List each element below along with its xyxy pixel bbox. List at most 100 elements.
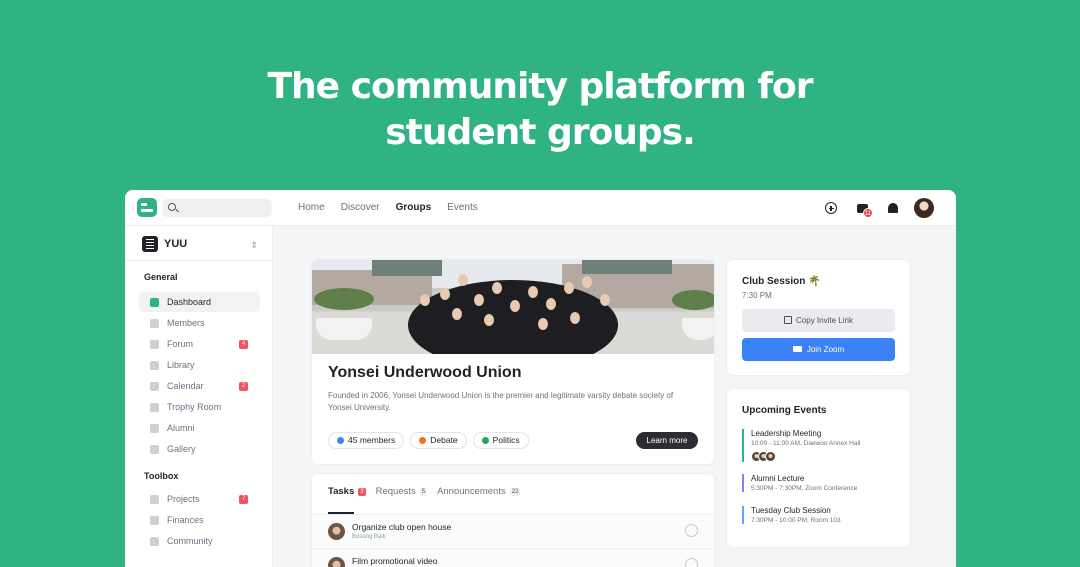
org-name: YUU	[164, 238, 188, 250]
sidebar-item-members[interactable]: Members	[139, 313, 260, 333]
user-avatar[interactable]	[914, 198, 934, 218]
session-time: 7:30 PM	[742, 291, 772, 300]
sidebar: YUU ⇕ General Dashboard Members Forum 4 L…	[125, 226, 273, 567]
headline-line-2: student groups.	[385, 112, 696, 153]
building-icon	[142, 236, 158, 252]
event-item[interactable]: Tuesday Club Session 7:30PM - 10:00 PM, …	[742, 506, 902, 524]
community-icon	[150, 536, 159, 546]
event-name: Alumni Lecture	[751, 474, 805, 483]
group-card: Yonsei Underwood Union Founded in 2006, …	[312, 260, 714, 464]
forum-icon	[150, 339, 159, 349]
video-camera-icon	[792, 346, 802, 352]
event-attendees	[751, 451, 902, 462]
tab-tasks[interactable]: Tasks 3	[328, 486, 366, 497]
event-time: 5:30PM - 7:30PM, Zoom Conference	[751, 485, 858, 492]
nav-events[interactable]: Events	[447, 202, 478, 213]
task-title: Organize club open house	[352, 522, 452, 532]
notifications-button[interactable]	[883, 198, 903, 218]
main-nav: Home Discover Groups Events	[298, 202, 478, 213]
session-title: Club Session 🌴	[742, 276, 821, 287]
gallery-icon	[150, 444, 159, 454]
plus-icon	[825, 202, 837, 214]
create-button[interactable]	[821, 198, 841, 218]
event-name: Tuesday Club Session	[751, 506, 831, 515]
task-row[interactable]: Film promotional video	[312, 548, 714, 567]
upcoming-events-card: Upcoming Events Leadership Meeting 10:00…	[727, 389, 910, 547]
task-row[interactable]: Organize club open house Bosung Baik	[312, 514, 714, 547]
group-photo	[312, 260, 714, 354]
announcements-count: 22	[509, 487, 521, 496]
sidebar-item-calendar[interactable]: Calendar 2	[139, 376, 260, 396]
copy-invite-link-button[interactable]: Copy Invite Link	[742, 309, 895, 332]
sidebar-item-projects[interactable]: Projects 7	[139, 489, 260, 509]
nav-home[interactable]: Home	[298, 202, 325, 213]
learn-more-button[interactable]: Learn more	[636, 432, 698, 449]
tag-debate[interactable]: Debate	[410, 432, 467, 449]
join-zoom-button[interactable]: Join Zoom	[742, 338, 895, 361]
sidebar-item-gallery[interactable]: Gallery	[139, 439, 260, 459]
chevron-updown-icon[interactable]: ⇕	[250, 240, 258, 251]
sidebar-item-dashboard[interactable]: Dashboard	[139, 292, 260, 312]
messages-button[interactable]: 11	[852, 198, 873, 218]
tab-requests[interactable]: Requests 5	[376, 486, 428, 497]
event-item[interactable]: Leadership Meeting 10:00 - 11:00 AM, Dae…	[742, 429, 902, 462]
event-time: 7:30PM - 10:00 PM, Room 103	[751, 517, 841, 524]
section-toolbox: Toolbox	[144, 471, 179, 481]
dashboard-icon	[150, 297, 159, 307]
group-description: Founded in 2006, Yonsei Underwood Union …	[328, 391, 674, 412]
app-window: Home Discover Groups Events 11 YUU ⇕ Gen…	[125, 190, 956, 567]
event-item[interactable]: Alumni Lecture 5:30PM - 7:30PM, Zoom Con…	[742, 474, 902, 492]
task-checkbox[interactable]	[685, 558, 698, 567]
headline-line-1: The community platform for	[267, 66, 814, 107]
logo-icon[interactable]	[137, 198, 157, 217]
session-card: Club Session 🌴 7:30 PM Copy Invite Link …	[727, 260, 910, 375]
copy-icon	[784, 316, 793, 324]
sidebar-item-forum[interactable]: Forum 4	[139, 334, 260, 354]
headline: The community platform for student group…	[0, 64, 1080, 156]
events-title: Upcoming Events	[742, 405, 827, 416]
microphone-icon	[419, 437, 427, 444]
avatar	[328, 523, 345, 540]
sidebar-item-finances[interactable]: Finances	[139, 510, 260, 530]
person-icon	[337, 437, 344, 444]
sidebar-item-alumni[interactable]: Alumni	[139, 418, 260, 438]
sidebar-item-trophy-room[interactable]: Trophy Room	[139, 397, 260, 417]
search-icon	[168, 203, 176, 211]
tasks-card: Tasks 3 Requests 5 Announcements 22 Organiz…	[312, 474, 714, 567]
section-general: General	[144, 272, 178, 282]
sidebar-item-community[interactable]: Community	[139, 531, 260, 551]
sidebar-item-library[interactable]: Library	[139, 355, 260, 375]
tasks-tabs: Tasks 3 Requests 5 Announcements 22	[328, 486, 521, 497]
top-actions: 11	[821, 198, 934, 218]
calendar-icon	[150, 381, 159, 391]
library-icon	[150, 360, 159, 370]
finances-icon	[150, 515, 159, 525]
search-input[interactable]	[162, 199, 272, 217]
org-switcher[interactable]: YUU	[142, 236, 187, 252]
nav-discover[interactable]: Discover	[341, 202, 380, 213]
tab-announcements[interactable]: Announcements 22	[437, 486, 521, 497]
trophy-icon	[150, 402, 159, 412]
tag-members[interactable]: 45 members	[328, 432, 405, 449]
projects-icon	[150, 494, 159, 504]
messages-badge: 11	[863, 208, 873, 218]
avatar	[328, 557, 345, 567]
requests-count: 5	[419, 487, 428, 496]
tasks-count: 3	[358, 487, 366, 496]
nav-groups[interactable]: Groups	[396, 202, 432, 213]
forum-badge: 4	[239, 339, 248, 349]
avatar	[765, 451, 776, 462]
task-checkbox[interactable]	[685, 524, 698, 537]
event-time: 10:00 - 11:00 AM, Daewoo Annex Hall	[751, 440, 861, 447]
group-tags: 45 members Debate Politics	[328, 432, 529, 449]
projects-badge: 7	[239, 494, 248, 504]
task-title: Film promotional video	[352, 556, 438, 566]
calendar-badge: 2	[239, 381, 248, 391]
members-icon	[150, 318, 159, 328]
tag-politics[interactable]: Politics	[472, 432, 529, 449]
divider	[125, 260, 273, 261]
group-title: Yonsei Underwood Union	[328, 364, 522, 381]
bell-icon	[888, 203, 898, 213]
leaf-icon	[481, 437, 489, 444]
event-name: Leadership Meeting	[751, 429, 822, 438]
